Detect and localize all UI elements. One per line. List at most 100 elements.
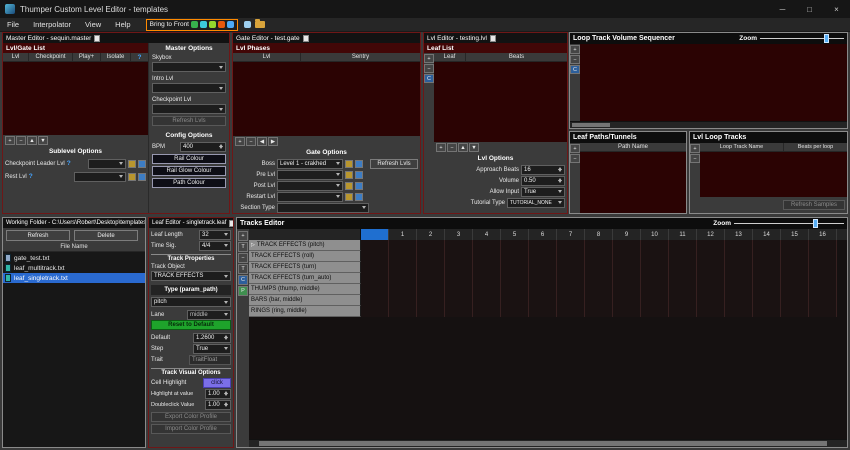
track-object-dropdown[interactable]: TRACK EFFECTS — [151, 271, 231, 281]
leaf-length-dropdown[interactable]: 32 — [199, 230, 231, 240]
refresh-mini-icon[interactable] — [345, 193, 353, 201]
track-row-cells[interactable] — [361, 273, 837, 284]
track-row-cells[interactable] — [361, 240, 837, 251]
move-left-button[interactable]: ◀ — [257, 137, 267, 146]
move-up-button[interactable]: ▲ — [458, 143, 468, 152]
add-button[interactable]: + — [424, 54, 434, 63]
grid-column-header[interactable]: 12 — [697, 229, 725, 240]
move-down-button[interactable]: ▼ — [38, 136, 48, 145]
track-row-name[interactable]: TRACK EFFECTS (turn) — [249, 262, 361, 273]
section-type-dropdown[interactable] — [277, 203, 369, 213]
working-folder-titlebar[interactable]: Working Folder - C:\Users\Robert\Desktop… — [3, 218, 145, 228]
open-mini-icon[interactable] — [138, 160, 146, 168]
remove-button[interactable]: − — [424, 64, 434, 73]
help-icon[interactable]: ? — [138, 54, 142, 61]
refresh-mini-icon[interactable] — [128, 160, 136, 168]
grid-column-header[interactable]: 11 — [669, 229, 697, 240]
grid-column-header[interactable]: 6 — [529, 229, 557, 240]
add-button[interactable]: + — [235, 137, 245, 146]
refresh-mini-icon[interactable] — [345, 171, 353, 179]
crab-icon[interactable] — [218, 21, 225, 28]
remove-button[interactable]: − — [570, 55, 580, 64]
leaf-editor-titlebar[interactable]: Leaf Editor - singletrack.leaf — [149, 218, 233, 228]
lvl-gate-list[interactable] — [3, 62, 148, 135]
grid-column-header[interactable]: 1 — [389, 229, 417, 240]
add-button[interactable]: + — [5, 136, 15, 145]
open-mini-icon[interactable] — [355, 171, 363, 179]
lvl-phases-list[interactable] — [233, 62, 420, 136]
file-row[interactable]: gate_test.txt — [3, 253, 145, 263]
zoom-slider[interactable] — [734, 219, 844, 228]
gate-editor-titlebar[interactable]: Gate Editor - test.gate — [233, 33, 420, 43]
grid-column-header[interactable]: 7 — [557, 229, 585, 240]
approach-beats-input[interactable]: 16 — [521, 165, 565, 175]
refresh-lvls-button[interactable]: Refresh Lvls — [152, 116, 226, 126]
lvl-editor-titlebar[interactable]: Lvl Editor - testing.lvl — [424, 33, 567, 43]
file-list[interactable]: gate_test.txt leaf_multitrack.txt leaf_s… — [3, 252, 145, 447]
tutorial-type-dropdown[interactable]: TUTORIAL_NONE — [507, 198, 565, 208]
expand-arrow-icon[interactable]: ▷ — [251, 242, 255, 248]
export-color-profile-button[interactable]: Export Color Profile — [151, 412, 231, 422]
open-mini-icon[interactable] — [138, 173, 146, 181]
open-mini-icon[interactable] — [355, 160, 363, 168]
remove-button[interactable]: − — [570, 154, 580, 163]
track-row-cells[interactable] — [361, 306, 837, 317]
move-down-button[interactable]: ▼ — [469, 143, 479, 152]
track-tool-button[interactable]: T — [238, 242, 248, 252]
refresh-mini-icon[interactable] — [345, 182, 353, 190]
track-row-name[interactable]: RINGS (ring, middle) — [249, 306, 361, 317]
reset-to-default-button[interactable]: Reset to Default — [151, 320, 231, 330]
tropical-fish-icon[interactable] — [200, 21, 207, 28]
zoom-slider[interactable] — [760, 34, 844, 43]
track-tool-button[interactable]: T — [238, 264, 248, 274]
frog-icon[interactable] — [209, 21, 216, 28]
add-button[interactable]: + — [690, 144, 700, 153]
menu-help[interactable]: Help — [108, 20, 137, 29]
sequencer-titlebar[interactable]: Loop Track Volume Sequencer Zoom — [570, 33, 847, 44]
volume-input[interactable]: 0.50 — [521, 176, 565, 186]
import-color-profile-button[interactable]: Import Color Profile — [151, 424, 231, 434]
grid-column-header[interactable]: 16 — [809, 229, 837, 240]
checkpoint-leader-dropdown[interactable] — [88, 159, 126, 169]
copy-button[interactable]: C — [424, 74, 434, 83]
pre-lvl-dropdown[interactable] — [277, 170, 343, 180]
add-track-button[interactable]: + — [238, 231, 248, 241]
window-icon[interactable] — [244, 21, 251, 28]
maximize-button[interactable]: □ — [796, 0, 823, 18]
lvl-loop-tracks-titlebar[interactable]: Lvl Loop Tracks — [690, 132, 847, 143]
grid-column-header[interactable]: 2 — [417, 229, 445, 240]
track-row-name[interactable]: BARS (bar, middle) — [249, 295, 361, 306]
track-row-cells[interactable] — [361, 295, 837, 306]
file-row-selected[interactable]: leaf_singletrack.txt — [3, 273, 145, 283]
track-row-cells[interactable] — [361, 284, 837, 295]
step-dropdown[interactable]: True — [193, 344, 231, 354]
track-row-cells[interactable] — [361, 251, 837, 262]
grid-column-header[interactable]: 13 — [725, 229, 753, 240]
tracks-hscrollbar[interactable] — [249, 439, 847, 447]
fish-icon[interactable] — [191, 21, 198, 28]
folder-icon[interactable] — [255, 21, 265, 28]
master-editor-titlebar[interactable]: Master Editor - sequin.master — [3, 33, 229, 43]
sequencer-hscrollbar[interactable] — [570, 121, 847, 128]
copy-button[interactable]: C — [570, 65, 580, 74]
file-row[interactable]: leaf_multitrack.txt — [3, 263, 145, 273]
checkpoint-lvl-dropdown[interactable] — [152, 104, 226, 114]
track-row-name[interactable]: ▷ TRACK EFFECTS (pitch) — [249, 240, 361, 251]
zoom-slider-thumb[interactable] — [813, 219, 818, 228]
track-row-cells[interactable] — [361, 262, 837, 273]
add-button[interactable]: + — [570, 45, 580, 54]
boss-dropdown[interactable]: Level 1 - crakhed — [277, 159, 343, 169]
open-mini-icon[interactable] — [355, 193, 363, 201]
remove-track-button[interactable]: − — [238, 253, 248, 263]
rail-glow-colour-button[interactable]: Rail Glow Colour — [152, 166, 226, 176]
move-up-button[interactable]: ▲ — [27, 136, 37, 145]
rail-colour-button[interactable]: Rail Colour — [152, 154, 226, 164]
add-button[interactable]: + — [436, 143, 446, 152]
refresh-lvls-button[interactable]: Refresh Lvls — [370, 159, 418, 169]
menu-view[interactable]: View — [78, 20, 108, 29]
open-mini-icon[interactable] — [355, 182, 363, 190]
leaf-paths-titlebar[interactable]: Leaf Paths/Tunnels — [570, 132, 686, 143]
menu-interpolator[interactable]: Interpolator — [26, 20, 78, 29]
path-colour-button[interactable]: Path Colour — [152, 178, 226, 188]
copy-button[interactable]: C — [238, 275, 248, 285]
